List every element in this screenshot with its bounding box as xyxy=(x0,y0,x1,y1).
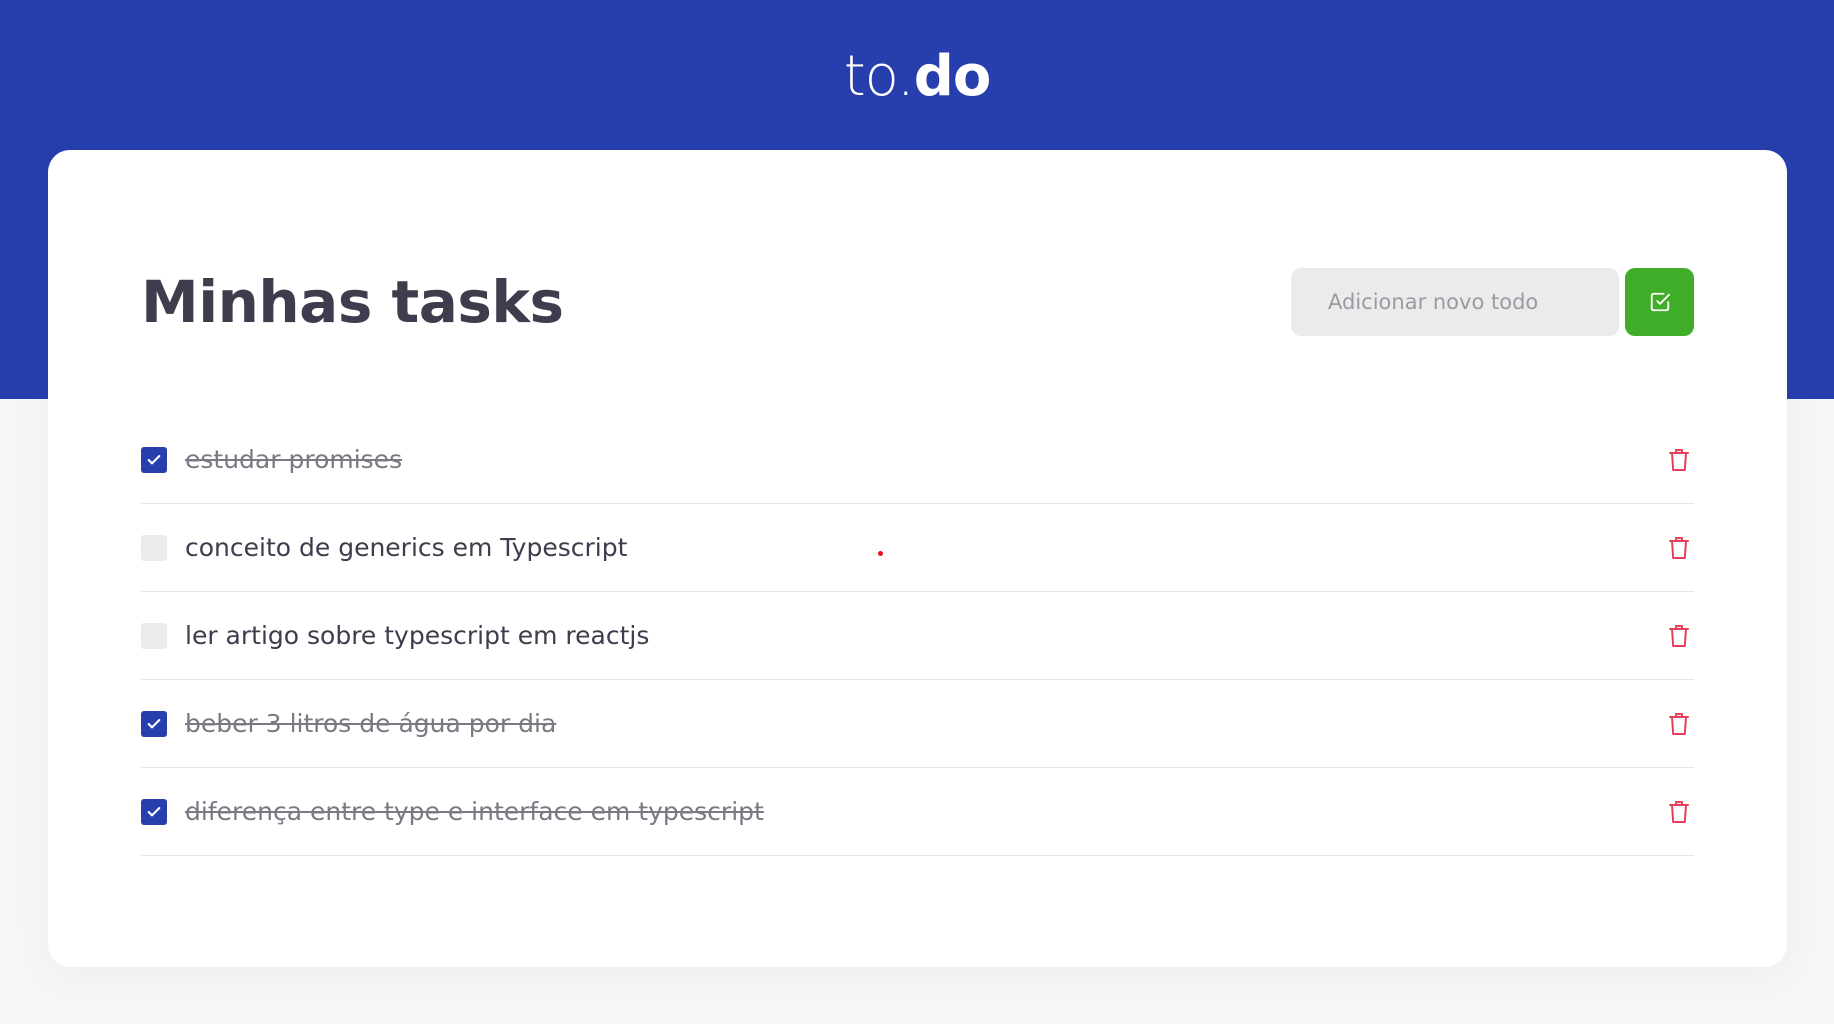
trash-icon xyxy=(1669,800,1689,823)
delete-task-button[interactable] xyxy=(1664,709,1694,739)
new-task-input[interactable] xyxy=(1291,268,1619,336)
task-row: beber 3 litros de água por dia xyxy=(141,680,1694,768)
logo-light-text: to. xyxy=(843,44,915,109)
check-icon xyxy=(147,718,161,728)
trash-icon xyxy=(1669,624,1689,647)
check-icon xyxy=(147,806,161,816)
check-icon xyxy=(147,454,161,464)
page-title: Minhas tasks xyxy=(141,268,564,336)
tasks-card: Minhas tasks estudar promises conceito d… xyxy=(48,150,1787,967)
task-checkbox[interactable] xyxy=(141,446,167,473)
task-row: diferença entre type e interface em type… xyxy=(141,768,1694,856)
task-checkbox[interactable] xyxy=(141,710,167,737)
trash-icon xyxy=(1669,448,1689,471)
delete-task-button[interactable] xyxy=(1664,445,1694,475)
delete-task-button[interactable] xyxy=(1664,797,1694,827)
task-checkbox[interactable] xyxy=(141,798,167,825)
delete-task-button[interactable] xyxy=(1664,533,1694,563)
task-list: estudar promises conceito de generics em… xyxy=(141,416,1694,856)
task-row: estudar promises xyxy=(141,416,1694,504)
task-text: conceito de generics em Typescript xyxy=(185,532,628,562)
task-checkbox[interactable] xyxy=(141,622,167,649)
add-task-button[interactable] xyxy=(1625,268,1694,336)
app-logo: to.do xyxy=(0,44,1834,109)
task-text: diferença entre type e interface em type… xyxy=(185,796,764,826)
logo-bold-text: do xyxy=(913,44,992,109)
cursor-dot xyxy=(878,551,883,556)
task-row: conceito de generics em Typescript xyxy=(141,504,1694,592)
trash-icon xyxy=(1669,536,1689,559)
task-row: ler artigo sobre typescript em reactjs xyxy=(141,592,1694,680)
task-text: estudar promises xyxy=(185,444,403,474)
delete-task-button[interactable] xyxy=(1664,621,1694,651)
task-text: ler artigo sobre typescript em reactjs xyxy=(185,620,650,650)
task-checkbox[interactable] xyxy=(141,534,167,561)
check-square-icon xyxy=(1650,292,1670,312)
task-text: beber 3 litros de água por dia xyxy=(185,708,557,738)
trash-icon xyxy=(1669,712,1689,735)
